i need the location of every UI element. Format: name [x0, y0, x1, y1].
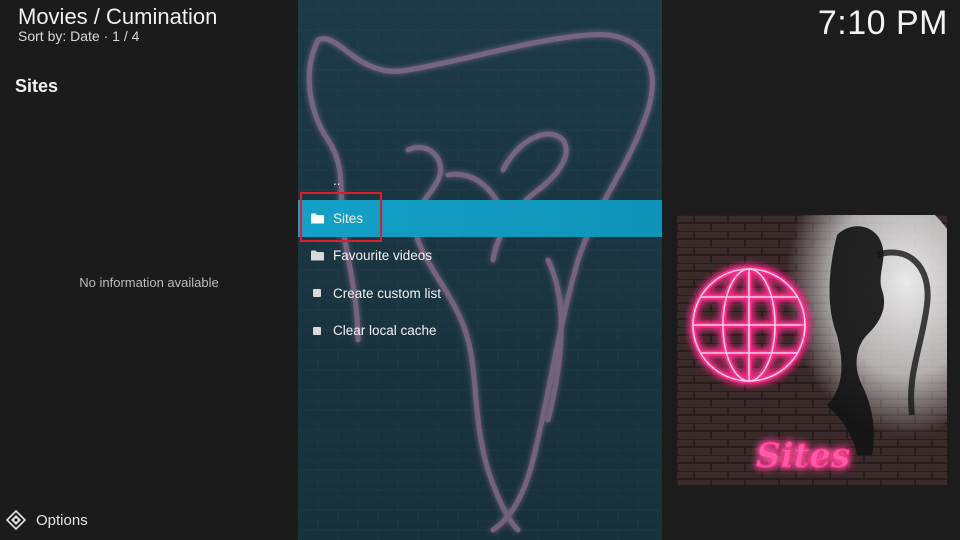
list-item-label: Create custom list — [333, 285, 442, 301]
thumbnail-caption: Sites — [756, 436, 850, 476]
sites-thumbnail: Sites — [677, 215, 947, 485]
kodi-screen: Movies / Cumination Sort by: Date · 1 / … — [0, 0, 960, 540]
neon-globe-icon: Sites — [677, 215, 947, 485]
clock: 7:10 PM — [817, 4, 948, 42]
file-list: .. Sites Favourite videos Create custom … — [298, 162, 662, 350]
list-item-label: Clear local cache — [333, 323, 437, 339]
list-item-label: .. — [333, 173, 341, 189]
section-title: Sites — [15, 76, 59, 96]
file-list-panel: .. Sites Favourite videos Create custom … — [298, 0, 662, 540]
options-diamond-icon — [5, 509, 27, 531]
square-bullet-icon — [310, 324, 324, 338]
folder-icon — [310, 249, 324, 263]
no-info-message: No information available — [79, 275, 219, 290]
options-button[interactable]: Options — [5, 509, 88, 531]
page-title: Movies / Cumination — [18, 4, 218, 29]
list-item-label: Favourite videos — [333, 248, 433, 264]
sort-info[interactable]: Sort by: Date · 1 / 4 — [18, 28, 139, 44]
info-panel: Movies / Cumination Sort by: Date · 1 / … — [0, 0, 298, 540]
list-item-favourite-videos[interactable]: Favourite videos — [298, 237, 662, 275]
options-label: Options — [36, 511, 88, 529]
highlight-box — [300, 192, 382, 242]
list-item-clear-local-cache[interactable]: Clear local cache — [298, 312, 662, 350]
square-bullet-icon — [310, 286, 324, 300]
list-item-create-custom-list[interactable]: Create custom list — [298, 275, 662, 313]
